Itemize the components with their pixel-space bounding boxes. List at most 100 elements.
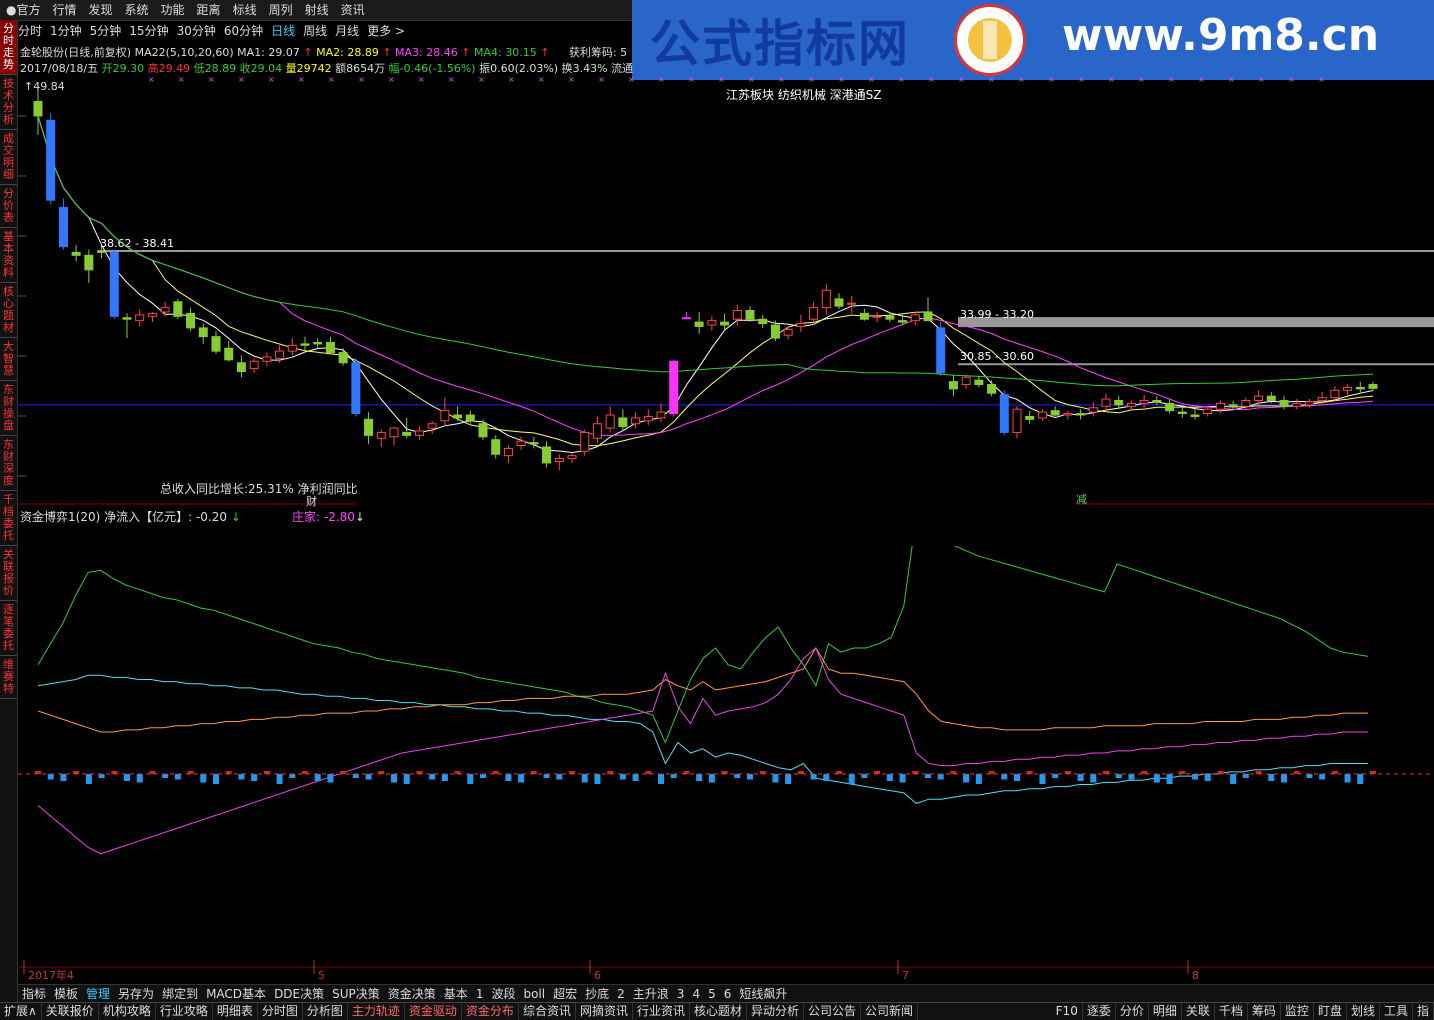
indicator-tab-0[interactable]: 指标	[18, 985, 50, 1003]
zero-bar-73	[963, 774, 970, 783]
sidebar-item-1[interactable]: 技术分析	[0, 75, 17, 130]
top-menu-item-4[interactable]: 功能	[155, 0, 191, 20]
status-right-tab-0[interactable]: F10	[1052, 1003, 1083, 1020]
status-tab-14[interactable]: 异动分析	[747, 1003, 805, 1020]
period-tab-8[interactable]: 月线	[335, 22, 359, 39]
status-right-tab-3[interactable]: 明细	[1149, 1003, 1182, 1020]
sidebar-item-11[interactable]: 逐笔委托	[0, 601, 17, 656]
indicator-tab-18[interactable]: 4	[688, 985, 704, 1003]
status-right-tab-9[interactable]: 划线	[1347, 1003, 1380, 1020]
indicator-tab-3[interactable]: 另存为	[114, 985, 158, 1003]
sidebar-item-12[interactable]: 维赛特	[0, 656, 17, 699]
indicator-tab-16[interactable]: 主升浪	[629, 985, 673, 1003]
indicator-tab-2[interactable]: 管理	[82, 985, 114, 1003]
candle-body-4	[84, 254, 94, 271]
top-menu-item-0[interactable]: ●官方	[0, 0, 46, 20]
status-right-tabs: F10 逐委 分价 明细 关联 千档 筹码 监控 盯盘 划线 工具指	[1052, 1003, 1434, 1020]
top-menu-item-8[interactable]: 射线	[299, 0, 335, 20]
period-tab-5[interactable]: 60分钟	[224, 22, 263, 39]
sidebar-item-10[interactable]: 关联报价	[0, 546, 17, 601]
top-marker-18: ×	[688, 76, 695, 84]
sidebar-item-4[interactable]: 基本资料	[0, 228, 17, 283]
indicator-tab-6[interactable]: DDE决策	[270, 985, 328, 1003]
status-right-tab-2[interactable]: 分价	[1116, 1003, 1149, 1020]
status-tab-11[interactable]: 网摘资讯	[576, 1003, 633, 1020]
indicator-tab-5[interactable]: MACD基本	[202, 985, 270, 1003]
status-right-tab-6[interactable]: 筹码	[1248, 1003, 1281, 1020]
status-tab-16[interactable]: 公司新闻	[861, 1003, 919, 1020]
period-tab-9[interactable]: 更多 >	[367, 22, 405, 39]
candle-body-40	[542, 446, 552, 464]
indicator-tab-20[interactable]: 6	[720, 985, 736, 1003]
status-tab-4[interactable]: 明细表	[213, 1003, 258, 1020]
top-menu-item-7[interactable]: 周列	[263, 0, 299, 20]
sidebar-item-2[interactable]: 成交明细	[0, 130, 17, 185]
top-marker-0: ×	[148, 76, 155, 84]
indicator-tab-9[interactable]: 基本	[440, 985, 472, 1003]
period-tab-0[interactable]: 分时	[18, 22, 42, 39]
status-tab-6[interactable]: 分析图	[303, 1003, 348, 1020]
sidebar-item-7[interactable]: 东财操盘	[0, 381, 17, 436]
status-tab-9[interactable]: 资金分布	[462, 1003, 519, 1020]
sidebar-item-3[interactable]: 分价表	[0, 185, 17, 228]
indicator-tab-17[interactable]: 3	[673, 985, 689, 1003]
period-tab-4[interactable]: 30分钟	[177, 22, 216, 39]
top-menu-item-1[interactable]: 行情	[46, 0, 82, 20]
top-menu-item-2[interactable]: 发现	[83, 0, 119, 20]
status-right-tab-10[interactable]: 工具	[1380, 1003, 1413, 1020]
indicator-tab-8[interactable]: 资金决策	[384, 985, 440, 1003]
status-right-tab-8[interactable]: 盯盘	[1314, 1003, 1347, 1020]
status-tab-0[interactable]: 扩展∧	[0, 1003, 42, 1020]
top-menu-item-5[interactable]: 距离	[191, 0, 227, 20]
indicator-tab-13[interactable]: 超宏	[549, 985, 581, 1003]
status-tab-7[interactable]: 主力轨迹	[348, 1003, 405, 1020]
top-menu-item-3[interactable]: 系统	[119, 0, 155, 20]
xaxis-label-3: 7	[902, 969, 909, 982]
sidebar-item-8[interactable]: 东财深度	[0, 436, 17, 491]
zero-bar-22	[314, 774, 321, 781]
indicator-tab-15[interactable]: 2	[613, 985, 629, 1003]
top-marker-15: ×	[598, 76, 605, 84]
period-tab-3[interactable]: 15分钟	[129, 22, 168, 39]
candle-body-56	[745, 309, 755, 320]
status-tab-10[interactable]: 综合资讯	[519, 1003, 576, 1020]
period-tab-1[interactable]: 1分钟	[50, 22, 82, 39]
ma10-line	[37, 115, 1374, 447]
indicator-tab-1[interactable]: 模板	[50, 985, 82, 1003]
status-tab-13[interactable]: 核心题材	[690, 1003, 747, 1020]
status-tab-8[interactable]: 资金驱动	[405, 1003, 462, 1020]
indicator-tab-4[interactable]: 绑定到	[158, 985, 202, 1003]
status-right-tab-1[interactable]: 逐委	[1083, 1003, 1116, 1020]
top-marker-12: ×	[508, 76, 515, 84]
period-tab-2[interactable]: 5分钟	[90, 22, 122, 39]
status-tab-3[interactable]: 行业攻略	[156, 1003, 213, 1020]
status-right-tab-11[interactable]: 指	[1413, 1003, 1434, 1020]
sidebar-item-9[interactable]: 千档委托	[0, 491, 17, 546]
status-tab-2[interactable]: 机构攻略	[99, 1003, 156, 1020]
period-tab-6[interactable]: 日线	[271, 22, 295, 39]
sidebar-item-0[interactable]: 分时走势	[0, 20, 17, 75]
indicator-tab-10[interactable]: 1	[472, 985, 488, 1003]
indicator-tab-19[interactable]: 5	[704, 985, 720, 1003]
sidebar-item-6[interactable]: 大智慧	[0, 338, 17, 381]
indicator-tab-21[interactable]: 短线飙升	[735, 985, 791, 1003]
status-tab-12[interactable]: 行业资讯	[633, 1003, 690, 1020]
indicator-tab-11[interactable]: 波段	[487, 985, 519, 1003]
sidebar-item-5[interactable]: 核心题材	[0, 283, 17, 338]
top-menu-item-6[interactable]: 标线	[227, 0, 263, 20]
price-hline-label-1: 33.99 - 33.20	[960, 308, 1034, 321]
indicator-tab-7[interactable]: SUP决策	[328, 985, 384, 1003]
status-tab-15[interactable]: 公司公告	[804, 1003, 862, 1020]
status-right-tab-7[interactable]: 监控	[1281, 1003, 1314, 1020]
indicator-tab-12[interactable]: boll	[519, 985, 549, 1003]
period-tab-7[interactable]: 周线	[303, 22, 327, 39]
status-right-tab-4[interactable]: 关联	[1182, 1003, 1215, 1020]
indicator-tab-14[interactable]: 抄底	[581, 985, 613, 1003]
candle-body-92	[1203, 408, 1213, 415]
top-marker-16: ×	[628, 76, 635, 84]
zero-bar-50	[670, 774, 677, 778]
top-menu-item-9[interactable]: 资讯	[335, 0, 371, 20]
status-tab-5[interactable]: 分时图	[258, 1003, 303, 1020]
status-right-tab-5[interactable]: 千档	[1215, 1003, 1248, 1020]
status-tab-1[interactable]: 关联报价	[42, 1003, 99, 1020]
